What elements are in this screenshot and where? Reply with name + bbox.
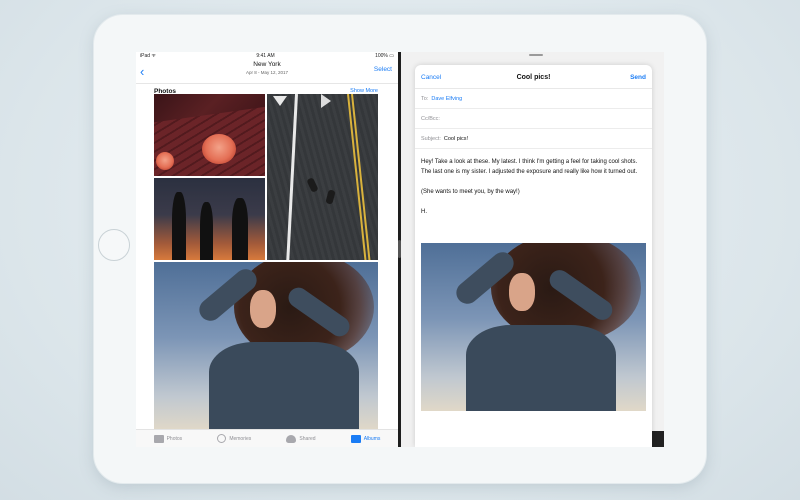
tab-shared[interactable]: Shared xyxy=(286,435,315,443)
grabber-handle[interactable] xyxy=(529,54,543,56)
tab-bar: Photos Memories Shared Albums xyxy=(136,429,398,447)
cc-label: Cc/Bcc: xyxy=(421,116,440,122)
photo-road[interactable] xyxy=(267,94,378,260)
subject-label: Subject: xyxy=(421,136,441,142)
photos-nav-bar: ‹ New York Apr 8 - May 12, 2017 Select xyxy=(136,60,398,84)
body-paragraph: (She wants to meet you, by the way!) xyxy=(421,187,646,197)
select-button[interactable]: Select xyxy=(374,66,392,73)
tab-label: Memories xyxy=(229,436,251,442)
compose-header: Cancel Cool pics! Send xyxy=(415,65,652,89)
photos-icon xyxy=(154,435,164,443)
tab-photos[interactable]: Photos xyxy=(154,435,183,443)
mail-app: Cancel Cool pics! Send To:Dave Elfving C… xyxy=(401,52,664,447)
to-recipient[interactable]: Dave Elfving xyxy=(431,96,462,102)
home-button[interactable] xyxy=(98,229,130,261)
body-signature: H. xyxy=(421,207,646,217)
album-title: New York xyxy=(136,61,398,68)
memories-icon xyxy=(217,434,226,443)
status-bar: iPad ᯤ 9:41 AM 100% ▭ xyxy=(136,52,398,60)
photo-grapefruit[interactable] xyxy=(154,94,265,176)
tab-label: Albums xyxy=(364,436,381,442)
subject-field[interactable]: Subject:Cool pics! xyxy=(415,129,652,149)
time-label: 9:41 AM xyxy=(256,53,274,59)
cc-bcc-field[interactable]: Cc/Bcc: xyxy=(415,109,652,129)
albums-icon xyxy=(351,435,361,443)
compose-title: Cool pics! xyxy=(415,74,652,81)
body-paragraph: Hey! Take a look at these. My latest. I … xyxy=(421,157,646,177)
ipad-screen: iPad ᯤ 9:41 AM 100% ▭ ‹ New York Apr 8 -… xyxy=(136,52,664,447)
photo-portrait[interactable] xyxy=(154,262,378,430)
battery-label: 100% ▭ xyxy=(375,53,394,59)
message-body[interactable]: Hey! Take a look at these. My latest. I … xyxy=(415,149,652,217)
to-field[interactable]: To:Dave Elfving xyxy=(415,89,652,109)
album-date-range: Apr 8 - May 12, 2017 xyxy=(136,70,398,75)
tab-albums[interactable]: Albums xyxy=(351,435,381,443)
subject-value[interactable]: Cool pics! xyxy=(444,136,468,142)
photo-silhouettes[interactable] xyxy=(154,178,265,260)
send-button[interactable]: Send xyxy=(630,74,646,81)
carrier-label: iPad ᯤ xyxy=(140,53,156,59)
tab-label: Shared xyxy=(299,436,315,442)
tab-memories[interactable]: Memories xyxy=(217,434,251,443)
to-label: To: xyxy=(421,96,428,102)
compose-sheet: Cancel Cool pics! Send To:Dave Elfving C… xyxy=(415,65,652,447)
photos-app: iPad ᯤ 9:41 AM 100% ▭ ‹ New York Apr 8 -… xyxy=(136,52,398,447)
attached-photo[interactable] xyxy=(421,243,646,411)
shared-icon xyxy=(286,435,296,443)
tab-label: Photos xyxy=(167,436,183,442)
